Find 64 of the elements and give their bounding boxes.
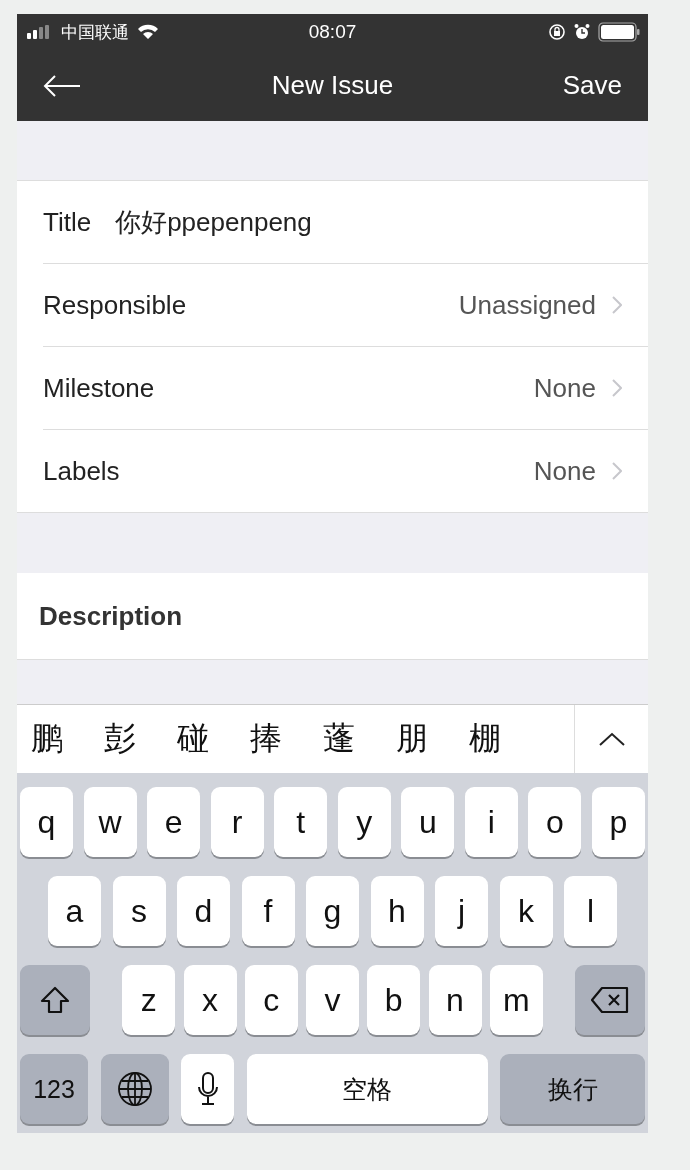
candidate-word[interactable]: 碰 [177,705,250,773]
back-button[interactable] [43,73,81,98]
status-time: 08:07 [308,21,357,43]
candidate-word[interactable]: 蓬 [323,705,396,773]
key[interactable]: n [428,965,482,1035]
key[interactable]: k [499,876,553,946]
key[interactable]: c [244,965,298,1035]
key[interactable]: q [20,787,73,857]
picker-row[interactable]: Milestone None [43,347,648,429]
key[interactable]: y [337,787,391,857]
title-field[interactable]: 你好ppepenpeng [115,206,648,238]
backspace-icon [590,986,630,1014]
numbers-key[interactable]: 123 [20,1054,88,1124]
screen-title: New Issue [271,70,394,101]
globe-icon [116,1071,153,1107]
key[interactable]: l [564,876,617,946]
rotation-lock-icon [548,23,566,41]
key[interactable]: e [147,787,201,857]
key[interactable]: v [306,965,359,1035]
field-label: Title [43,206,92,238]
description-label: Description [39,600,183,632]
key[interactable]: m [489,965,543,1035]
key[interactable]: z [122,965,176,1035]
wifi-icon [137,24,159,40]
key[interactable]: d [177,876,230,946]
candidate-word[interactable]: 棚 [469,705,542,773]
key[interactable]: a [48,876,101,946]
shift-key[interactable] [20,965,90,1035]
candidate-word[interactable]: 鹏 [31,705,104,773]
chevron-icon [612,379,622,397]
battery-icon [598,22,640,42]
back-arrow-icon [43,73,81,98]
picker-row[interactable]: Responsible Unassigned [43,264,648,346]
key[interactable]: x [183,965,237,1035]
key[interactable]: h [370,876,424,946]
chevron-icon [612,462,622,480]
alarm-icon [574,23,590,41]
key[interactable]: b [367,965,421,1035]
caret-icon [598,732,625,746]
microphone-key[interactable] [181,1054,234,1124]
candidate-word[interactable]: 彭 [104,705,177,773]
key[interactable]: p [591,787,645,857]
key[interactable]: r [210,787,264,857]
shift-arrow-icon [40,986,70,1014]
globe-key[interactable] [100,1054,169,1124]
space-key[interactable]: 空格 [246,1054,488,1124]
key[interactable]: i [464,787,518,857]
key[interactable]: g [306,876,359,946]
key[interactable]: u [401,787,455,857]
candidate-word[interactable]: 捧 [250,705,323,773]
key[interactable]: o [528,787,582,857]
save-button[interactable]: Save [562,70,622,101]
key[interactable]: t [274,787,328,857]
key[interactable]: j [435,876,488,946]
microphone-icon [197,1072,218,1106]
key[interactable]: f [241,876,295,946]
key[interactable]: s [112,876,166,946]
carrier-name: 中国联通 [61,21,129,44]
return-key[interactable]: 换行 [500,1054,645,1124]
picker-row[interactable]: Labels None [43,430,648,512]
delete-key[interactable] [575,965,645,1035]
chevron-icon [612,296,622,314]
candidate-word[interactable]: 朋 [396,705,469,773]
key[interactable]: w [83,787,137,857]
